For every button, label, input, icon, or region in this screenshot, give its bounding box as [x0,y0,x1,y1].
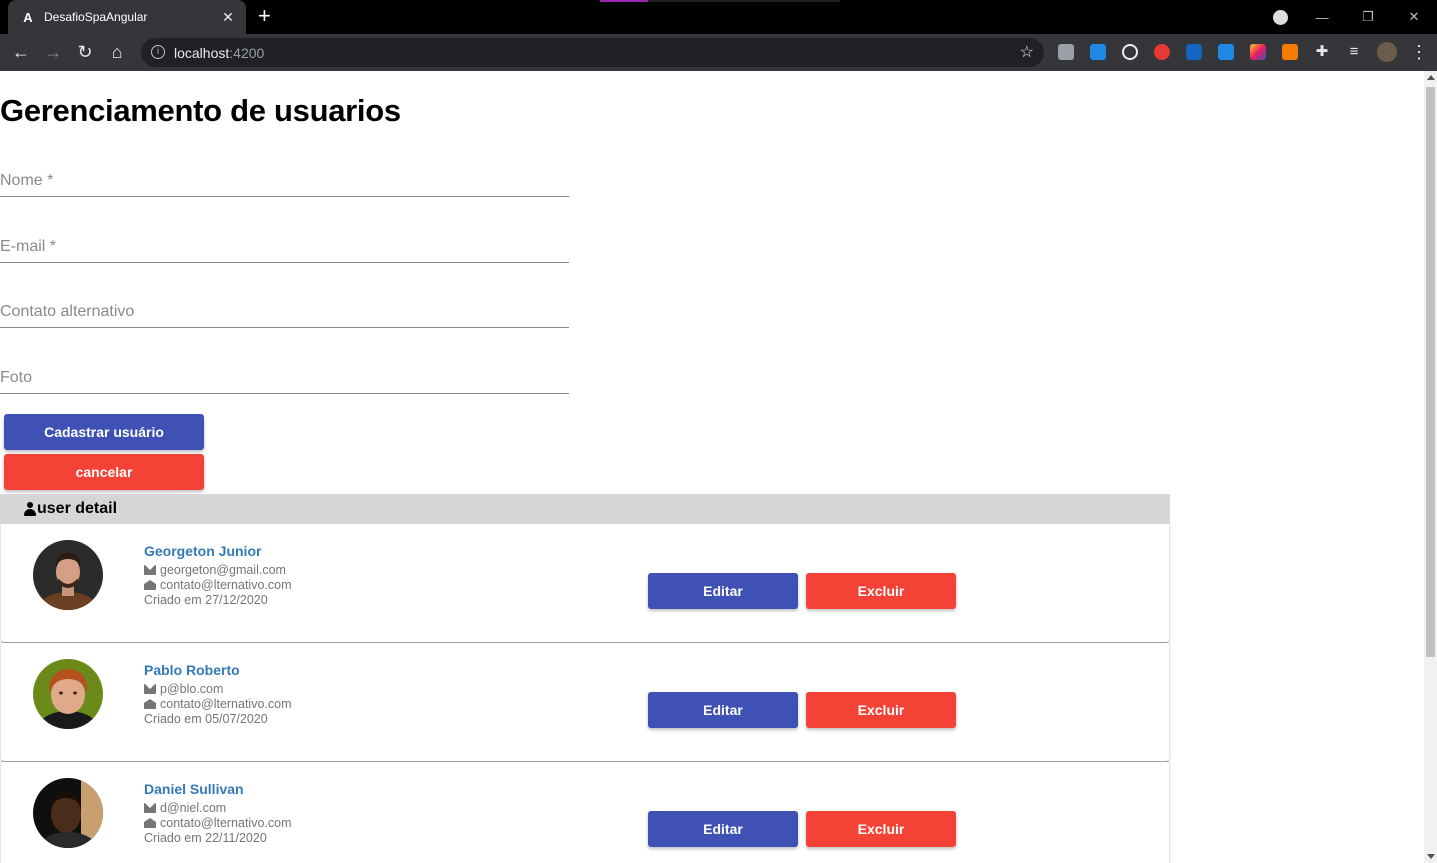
edit-user-button[interactable]: Editar [648,573,798,609]
angular-icon: A [23,9,33,25]
reading-list-icon[interactable]: ≡ [1344,42,1364,62]
user-list-header: user detail [0,494,1170,524]
page-scrollbar[interactable] [1424,71,1437,863]
user-email: d@niel.com [160,801,227,815]
photo-input[interactable] [0,364,569,392]
window-controls: — ❐ ✕ [1299,0,1437,34]
user-email: p@blo.com [160,682,224,696]
user-name[interactable]: Georgeton Junior [144,543,261,559]
extension-icon[interactable] [1154,44,1170,60]
user-card: Pablo Roberto p@blo.com contato@lternati… [0,643,1170,762]
react-devtools-icon[interactable] [1122,44,1138,60]
user-email-line: georgeton@gmail.com [144,563,286,577]
restore-icon[interactable]: ❐ [1345,9,1391,25]
delete-user-button[interactable]: Excluir [806,811,956,847]
envelope-icon [144,684,156,694]
forward-icon[interactable]: → [43,42,63,62]
site-info-icon[interactable]: i [151,45,165,59]
extension-icon[interactable] [1090,44,1106,60]
user-alt-contact: contato@lternativo.com [160,697,292,711]
scroll-thumb[interactable] [1426,87,1435,657]
envelope-icon [144,565,156,575]
email-input[interactable] [0,233,569,261]
user-created-date: Criado em 22/11/2020 [144,831,267,845]
new-tab-icon[interactable]: + [258,5,271,27]
extensions-puzzle-icon[interactable]: ✚ [1312,42,1332,62]
browser-tabbar: A DesafioSpaAngular ✕ + — ❐ ✕ [0,0,1437,34]
user-icon [24,502,36,516]
tab-search-icon[interactable] [1273,10,1288,25]
tab-title: DesafioSpaAngular [44,10,148,24]
browser-toolbar: ← → ↻ ⌂ i localhost:4200 ☆ ✚ ≡ ⋮ [0,34,1437,71]
user-card: Georgeton Junior georgeton@gmail.com con… [0,524,1170,643]
alt-contact-field[interactable] [0,298,569,328]
delete-user-button[interactable]: Excluir [806,692,956,728]
user-list-header-label: user detail [37,500,118,517]
page-content: Gerenciamento de usuarios Cadastrar usuá… [0,71,1424,863]
extension-icon[interactable] [1186,44,1202,60]
window-close-icon[interactable]: ✕ [1391,9,1437,25]
page-title: Gerenciamento de usuarios [0,93,401,128]
metamask-icon[interactable] [1282,44,1298,60]
bookmark-star-icon[interactable]: ☆ [1020,42,1034,62]
home-icon[interactable]: ⌂ [107,42,127,62]
name-field[interactable] [0,167,569,197]
edit-user-button[interactable]: Editar [648,692,798,728]
photo-field[interactable] [0,364,569,394]
user-alt-contact-line: contato@lternativo.com [144,578,292,592]
delete-user-button[interactable]: Excluir [806,573,956,609]
user-avatar [33,540,103,610]
address-bar[interactable]: i localhost:4200 ☆ [141,38,1044,67]
user-alt-contact-line: contato@lternativo.com [144,816,292,830]
user-alt-contact: contato@lternativo.com [160,578,292,592]
browser-tab[interactable]: A DesafioSpaAngular ✕ [8,0,246,34]
back-icon[interactable]: ← [11,42,31,62]
user-email: georgeton@gmail.com [160,563,286,577]
name-input[interactable] [0,167,569,195]
register-user-button[interactable]: Cadastrar usuário [4,414,204,450]
cancel-button[interactable]: cancelar [4,454,204,490]
user-created-date: Criado em 27/12/2020 [144,593,268,607]
user-name[interactable]: Daniel Sullivan [144,781,244,797]
extension-icon[interactable] [1250,44,1266,60]
envelope-open-icon [144,699,156,709]
user-email-line: d@niel.com [144,801,226,815]
user-alt-contact: contato@lternativo.com [160,816,292,830]
close-tab-icon[interactable]: ✕ [220,9,236,26]
tab-loading-indicator [600,0,840,2]
extension-icon[interactable] [1058,44,1074,60]
user-avatar [33,659,103,729]
envelope-open-icon [144,818,156,828]
scroll-down-icon[interactable] [1427,854,1435,859]
alt-contact-input[interactable] [0,298,569,326]
minimize-icon[interactable]: — [1299,10,1345,25]
user-name[interactable]: Pablo Roberto [144,662,240,678]
email-field[interactable] [0,233,569,263]
envelope-icon [144,803,156,813]
user-avatar [33,778,103,848]
url-text: localhost:4200 [174,45,265,61]
reload-icon[interactable]: ↻ [75,42,95,62]
edit-user-button[interactable]: Editar [648,811,798,847]
envelope-open-icon [144,580,156,590]
user-card: Daniel Sullivan d@niel.com contato@ltern… [0,762,1170,863]
profile-avatar[interactable] [1377,42,1397,62]
extension-icon[interactable] [1218,44,1234,60]
scroll-up-icon[interactable] [1427,75,1435,80]
user-email-line: p@blo.com [144,682,223,696]
user-created-date: Criado em 05/07/2020 [144,712,268,726]
user-alt-contact-line: contato@lternativo.com [144,697,292,711]
menu-icon[interactable]: ⋮ [1409,42,1429,62]
